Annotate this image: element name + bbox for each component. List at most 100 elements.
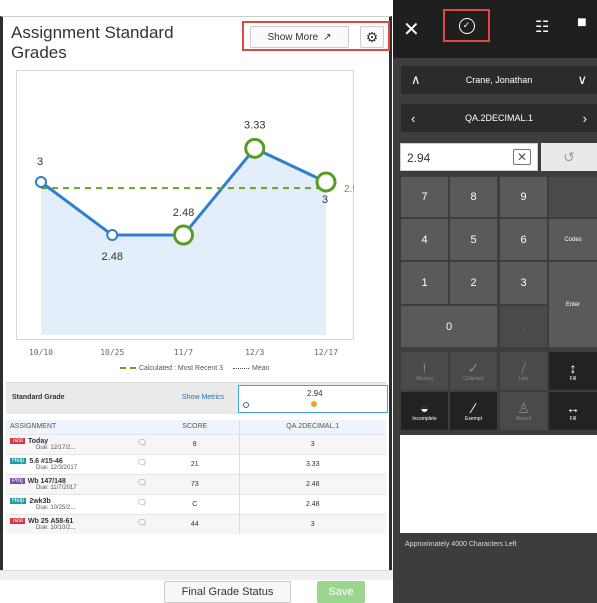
grade-input[interactable]: 2.94 ✕: [400, 143, 538, 171]
assignment-name: 2wk3b: [29, 497, 51, 505]
table-row[interactable]: Help 5.6 #15-46 🗨 Due: 12/3/2017 21 3.33: [6, 453, 386, 474]
chart-legend: Calculated : Most Recent 3 Mean: [120, 365, 270, 372]
show-more-button[interactable]: Show More ↗: [250, 26, 349, 48]
assignment-tag: Help: [10, 457, 27, 464]
show-more-highlight: Show More ↗ ⚙: [242, 21, 390, 51]
chevron-right-icon[interactable]: ›: [583, 111, 587, 126]
data-point: [315, 171, 337, 193]
assignment-cell: Help 2wk3b 🗨 Due: 10/25/2...: [6, 493, 151, 514]
table-row[interactable]: Help 2wk3b 🗨 Due: 10/25/2... C 2.48: [6, 493, 386, 514]
tool-fill[interactable]: ↔ Fill: [549, 392, 597, 430]
tool-absent[interactable]: ♙ Absent: [500, 392, 547, 430]
data-point: [35, 176, 47, 188]
assignment-tag: Test: [10, 437, 26, 444]
point-label: 3.33: [244, 119, 265, 131]
standard-score-cell[interactable]: 2.48: [238, 473, 386, 494]
key-blank[interactable]: [549, 177, 597, 217]
save-button[interactable]: Save: [317, 581, 365, 603]
late-icon: ⧸: [521, 360, 526, 376]
score-cell[interactable]: 73: [151, 473, 239, 494]
close-icon[interactable]: ✕: [403, 17, 420, 42]
tool-collected[interactable]: ✓ Collected: [450, 352, 497, 390]
standard-score-cell[interactable]: 3: [238, 433, 386, 454]
assignment-due: Due: 11/7/2017: [36, 484, 77, 491]
comment-icon[interactable]: 🗨: [137, 438, 147, 447]
tool-exempt[interactable]: ∕ Exempt: [450, 392, 497, 430]
assignment-tag: Proj: [10, 477, 25, 484]
assignment-due: Due: 10/25/2...: [36, 504, 76, 511]
enter-button[interactable]: Enter: [549, 262, 597, 347]
assignment-due: Due: 12/3/2017: [36, 464, 78, 471]
tool-incomplete[interactable]: ◒ Incomplete: [401, 392, 448, 430]
gear-icon[interactable]: ⚙: [360, 26, 384, 48]
tool-late[interactable]: ⧸ Late: [500, 352, 547, 390]
tool-label: Absent: [515, 416, 532, 422]
comment-icon[interactable]: 🗨: [137, 478, 147, 487]
key-6[interactable]: 6: [500, 219, 547, 260]
key-9[interactable]: 9: [500, 177, 547, 217]
data-point: [173, 224, 194, 246]
calculated-dot-icon: [243, 402, 249, 408]
tool-label: Exempt: [465, 416, 482, 422]
key-5[interactable]: 5: [450, 219, 497, 260]
comment-textarea[interactable]: [400, 435, 597, 533]
standard-grade-label: Standard Grade: [12, 394, 65, 401]
standard-grade-value: 2.94: [307, 389, 323, 398]
standard-name: QA.2DECIMAL.1: [464, 113, 534, 123]
standard-score-cell[interactable]: 3.33: [238, 453, 386, 474]
table-row[interactable]: Test Wb 25 A58-61 🗨 Due: 10/10/2... 44 3: [6, 513, 386, 534]
codes-button[interactable]: Codes: [549, 219, 597, 260]
show-more-label: Show More: [267, 31, 319, 43]
table-row[interactable]: Proj Wb 147/148 🗨 Due: 11/7/2017 73 2.48: [6, 473, 386, 494]
key-0[interactable]: 0: [401, 306, 497, 347]
tool-label: Missing: [416, 376, 433, 382]
score-cell[interactable]: 44: [151, 513, 239, 534]
key-3[interactable]: 3: [500, 262, 547, 304]
assignment-cell: Test Today 🗨 Due: 12/17/2...: [6, 433, 151, 454]
standard-grade-cell[interactable]: 2.94: [238, 385, 388, 413]
x-tick-label: 12/3: [245, 348, 264, 357]
score-cell[interactable]: 8: [151, 433, 239, 454]
calculator-icon[interactable]: ☷: [535, 17, 549, 37]
fill-vertical-icon: ↕: [569, 360, 577, 376]
final-grade-status-button[interactable]: Final Grade Status: [164, 581, 291, 603]
absent-icon: ♙: [517, 400, 530, 416]
key-8[interactable]: 8: [450, 177, 497, 217]
tool-fill[interactable]: ↕ Fill: [549, 352, 597, 390]
comment-icon[interactable]: 🗨: [137, 458, 147, 467]
chevron-up-icon[interactable]: ∧: [411, 72, 421, 88]
key-7[interactable]: 7: [401, 177, 448, 217]
standard-score-cell[interactable]: 2.48: [238, 493, 386, 514]
backspace-icon[interactable]: ✕: [512, 149, 531, 165]
exempt-icon: ∕: [472, 400, 475, 416]
assignment-name: Wb 147/148: [27, 477, 66, 485]
x-tick-label: 12/17: [314, 348, 338, 357]
key-1[interactable]: 1: [401, 262, 448, 304]
show-metrics-link[interactable]: Show Metrics: [182, 394, 224, 401]
chevron-down-icon[interactable]: ∨: [577, 72, 587, 88]
score-cell[interactable]: 21: [151, 453, 239, 474]
comment-icon[interactable]: ■: [577, 14, 597, 34]
student-nav: ∧ Crane, Jonathan ∨: [401, 66, 597, 94]
comment-icon[interactable]: 🗨: [137, 498, 147, 507]
point-label: 2.48: [173, 207, 194, 219]
chevron-left-icon[interactable]: ‹: [411, 111, 415, 126]
comment-icon[interactable]: 🗨: [137, 518, 147, 527]
standard-score-cell[interactable]: 3: [238, 513, 386, 534]
data-point: [106, 229, 119, 242]
score-cell[interactable]: C: [151, 493, 239, 514]
assignment-cell: Proj Wb 147/148 🗨 Due: 11/7/2017: [6, 473, 151, 494]
assignment-tag: Test: [10, 517, 26, 524]
key-4[interactable]: 4: [401, 219, 448, 260]
tool-missing[interactable]: ! Missing: [401, 352, 448, 390]
table-row[interactable]: Test Today 🗨 Due: 12/17/2... 8 3: [6, 433, 386, 454]
key-2[interactable]: 2: [450, 262, 497, 304]
key-decimal[interactable]: .: [500, 306, 547, 347]
assignment-cell: Help 5.6 #15-46 🗨 Due: 12/3/2017: [6, 453, 151, 474]
undo-icon[interactable]: ↺: [541, 143, 597, 171]
x-tick-label: 11/7: [174, 348, 193, 357]
chart-tab[interactable]: ✓: [443, 9, 490, 42]
tool-label: Collected: [463, 376, 484, 382]
panel-toolbar: ✕ ✓ ☷ ■: [393, 0, 597, 58]
assignment-due: Due: 10/10/2...: [36, 524, 76, 531]
